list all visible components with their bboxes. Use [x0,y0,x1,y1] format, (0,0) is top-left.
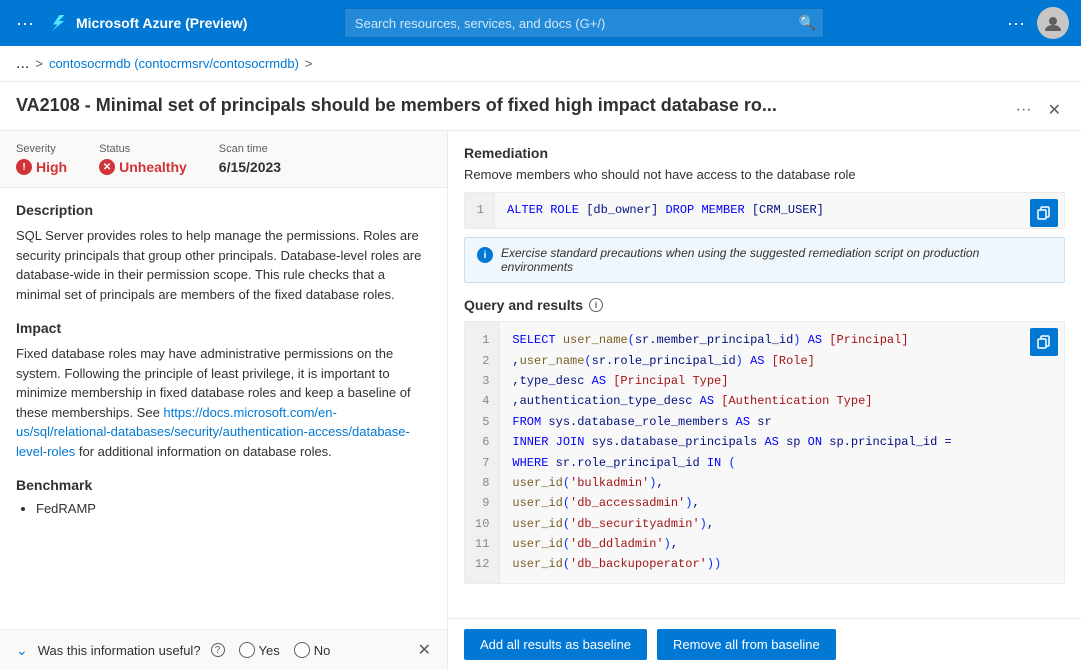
user-icon [1044,14,1062,32]
remediation-code-block: 1 ALTER ROLE [db_owner] DROP MEMBER [CRM… [464,192,1065,229]
topbar-search-container: 🔍 [344,8,824,38]
feedback-info-icon[interactable]: ? [211,643,225,657]
remediation-section: Remediation Remove members who should no… [464,145,1065,283]
add-baseline-button[interactable]: Add all results as baseline [464,629,647,660]
query-code-block: 1 2 3 4 5 6 7 8 9 10 11 [464,321,1065,584]
panel-title-actions: ··· ✕ [1012,94,1065,122]
impact-text: Fixed database roles may have administra… [16,344,431,461]
query-line-4: ,authentication_type_desc AS [Authentica… [512,391,1052,411]
breadcrumb: ... > contosocrmdb (contocrmsrv/contosoc… [0,46,1081,82]
panel-container: VA2108 - Minimal set of principals shoul… [0,82,1081,670]
query-line-2: ,user_name(sr.role_principal_id) AS [Rol… [512,351,1052,371]
remediation-info-box: i Exercise standard precautions when usi… [464,237,1065,283]
scan-time-item: Scan time 6/15/2023 [219,143,281,175]
topbar-title: Microsoft Azure (Preview) [76,15,247,31]
left-content: Description SQL Server provides roles to… [0,188,447,629]
status-label: Status [99,143,187,155]
remove-baseline-button[interactable]: Remove all from baseline [657,629,836,660]
query-line-12: user_id('db_backupoperator')) [512,554,1052,574]
feedback-radio-group: Yes No [239,642,331,658]
avatar[interactable] [1037,7,1069,39]
breadcrumb-link[interactable]: contosocrmdb (contocrmsrv/contosocrmdb) [49,56,299,71]
remediation-description: Remove members who should not have acces… [464,167,1065,182]
copy-icon-query [1037,335,1051,349]
feedback-chevron-icon[interactable]: ⌄ [16,642,28,659]
feedback-question: Was this information useful? [38,643,201,658]
page-title: VA2108 - Minimal set of principals shoul… [16,94,1002,117]
topbar-logo: Microsoft Azure (Preview) [48,13,247,33]
query-line-1: SELECT user_name(sr.member_principal_id)… [512,330,1052,350]
status-icon: ✕ [99,159,115,175]
left-pane: Severity ! High Status ✕ Unhealthy Scan … [0,131,448,670]
benchmark-list: FedRAMP [16,501,431,516]
query-line-3: ,type_desc AS [Principal Type] [512,371,1052,391]
right-pane: Remediation Remove members who should no… [448,131,1081,618]
query-heading: Query and results i [464,297,1065,313]
feedback-no-option[interactable]: No [294,642,331,658]
impact-heading: Impact [16,320,431,336]
query-section: Query and results i 1 2 3 4 5 6 [464,297,1065,584]
code-line-numbers: 1 [465,193,495,228]
feedback-yes-radio[interactable] [239,642,255,658]
more-options-button[interactable]: ··· [1012,99,1036,121]
description-heading: Description [16,202,431,218]
description-text: SQL Server provides roles to help manage… [16,226,431,304]
query-code-inner: 1 2 3 4 5 6 7 8 9 10 11 [465,322,1064,583]
severity-label: Severity [16,143,67,155]
topbar-right: ··· [1007,7,1069,39]
feedback-bar: ⌄ Was this information useful? ? Yes No … [0,629,447,670]
remediation-heading: Remediation [464,145,1065,161]
status-value: ✕ Unhealthy [99,159,187,175]
benchmark-item: FedRAMP [36,501,431,516]
remediation-info-text: Exercise standard precautions when using… [501,246,1052,274]
bottom-action-bar: Add all results as baseline Remove all f… [448,618,1081,670]
severity-icon: ! [16,159,32,175]
topbar: ··· Microsoft Azure (Preview) 🔍 ··· [0,0,1081,46]
query-line-8: user_id('bulkadmin'), [512,473,1052,493]
severity-value: ! High [16,159,67,175]
impact-link[interactable]: https://docs.microsoft.com/en-us/sql/rel… [16,405,410,459]
copy-icon [1037,206,1051,220]
query-copy-button[interactable] [1030,328,1058,356]
scan-time-value: 6/15/2023 [219,159,281,175]
azure-logo-icon [48,13,68,33]
query-line-9: user_id('db_accessadmin'), [512,493,1052,513]
code-keyword-alter: ALTER ROLE [507,203,579,217]
search-icon: 🔍 [798,15,815,32]
feedback-yes-option[interactable]: Yes [239,642,280,658]
status-item: Status ✕ Unhealthy [99,143,187,175]
query-line-numbers: 1 2 3 4 5 6 7 8 9 10 11 [465,322,500,583]
query-line-5: FROM sys.database_role_members AS sr [512,412,1052,432]
severity-item: Severity ! High [16,143,67,175]
remediation-copy-button[interactable] [1030,199,1058,227]
query-code-content: SELECT user_name(sr.member_principal_id)… [500,322,1064,583]
breadcrumb-dots[interactable]: ... [16,55,29,73]
scan-time-label: Scan time [219,143,281,155]
panel-body: Severity ! High Status ✕ Unhealthy Scan … [0,131,1081,670]
benchmark-heading: Benchmark [16,477,431,493]
feedback-no-radio[interactable] [294,642,310,658]
topbar-more-icon[interactable]: ··· [1007,13,1025,34]
feedback-close-button[interactable]: ✕ [418,640,431,660]
code-keyword-drop: DROP MEMBER [665,203,744,217]
breadcrumb-separator-2: > [305,56,313,71]
meta-row: Severity ! High Status ✕ Unhealthy Scan … [0,131,447,188]
right-panel-wrapper: Remediation Remove members who should no… [448,131,1081,670]
query-line-11: user_id('db_ddladmin'), [512,534,1052,554]
info-icon: i [477,247,493,263]
code-content: ALTER ROLE [db_owner] DROP MEMBER [CRM_U… [495,193,1064,228]
panel-header: VA2108 - Minimal set of principals shoul… [0,82,1081,131]
query-line-6: INNER JOIN sys.database_principals AS sp… [512,432,1052,452]
topbar-menu-dots[interactable]: ··· [12,9,38,38]
query-info-icon[interactable]: i [589,298,603,312]
search-input[interactable] [344,8,824,38]
query-line-7: WHERE sr.role_principal_id IN ( [512,453,1052,473]
breadcrumb-separator-1: > [35,56,43,71]
close-button[interactable]: ✕ [1044,98,1065,122]
code-line-1: ALTER ROLE [db_owner] DROP MEMBER [CRM_U… [507,201,1052,220]
query-line-10: user_id('db_securityadmin'), [512,514,1052,534]
